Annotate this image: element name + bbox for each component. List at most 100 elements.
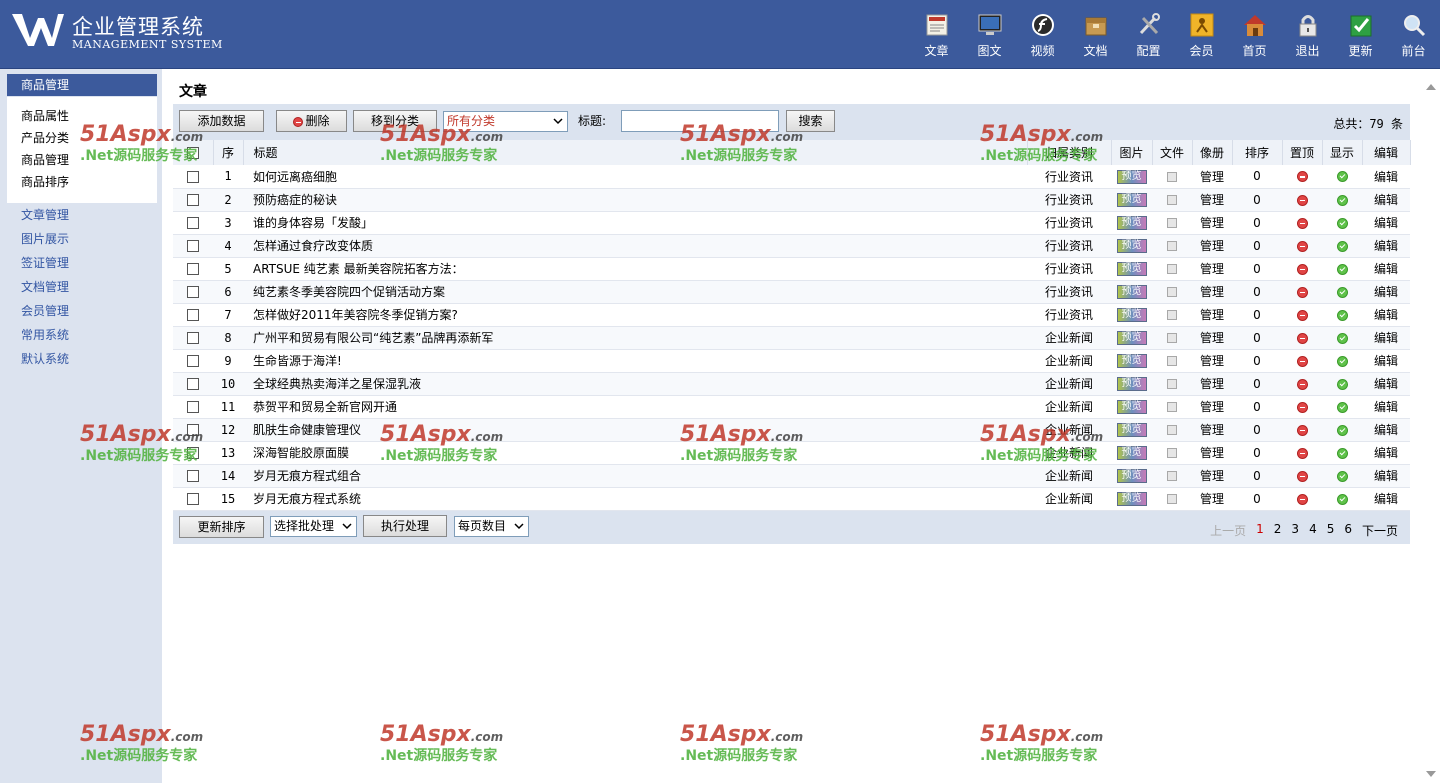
row-file[interactable]: [1152, 188, 1192, 212]
row-edit-link[interactable]: 编辑: [1362, 418, 1410, 442]
row-checkbox[interactable]: [173, 234, 213, 258]
row-title[interactable]: 肌肤生命健康管理仪: [243, 418, 1027, 442]
row-edit-link[interactable]: 编辑: [1362, 280, 1410, 304]
row-edit-link[interactable]: 编辑: [1362, 441, 1410, 465]
row-title[interactable]: 全球经典热卖海洋之星保湿乳液: [243, 372, 1027, 396]
row-file[interactable]: [1152, 280, 1192, 304]
per-page-select[interactable]: 每页数目: [454, 516, 529, 537]
sidebar-link-members[interactable]: 会员管理: [7, 299, 157, 323]
sidebar-subitem-attributes[interactable]: 商品属性: [7, 105, 157, 127]
row-image[interactable]: 预览: [1111, 234, 1152, 258]
row-title[interactable]: 深海智能胶原面膜: [243, 441, 1027, 465]
row-display[interactable]: [1322, 165, 1362, 189]
row-title[interactable]: 怎样做好2011年美容院冬季促销方案?: [243, 303, 1027, 327]
row-file[interactable]: [1152, 234, 1192, 258]
row-pin[interactable]: [1282, 211, 1322, 235]
row-edit-link[interactable]: 编辑: [1362, 464, 1410, 488]
row-pin[interactable]: [1282, 372, 1322, 396]
row-image[interactable]: 预览: [1111, 372, 1152, 396]
row-album[interactable]: 管理: [1192, 441, 1232, 465]
row-title[interactable]: 如何远离癌细胞: [243, 165, 1027, 189]
add-data-button[interactable]: 添加数据: [179, 110, 264, 132]
row-file[interactable]: [1152, 326, 1192, 350]
row-checkbox[interactable]: [173, 257, 213, 281]
row-title[interactable]: 纯艺素冬季美容院四个促销活动方案: [243, 280, 1027, 304]
vertical-scrollbar[interactable]: [1422, 69, 1440, 783]
sidebar-subitem-categories[interactable]: 产品分类: [7, 127, 157, 149]
row-checkbox[interactable]: [173, 441, 213, 465]
col-seq[interactable]: 序: [213, 140, 244, 165]
row-checkbox[interactable]: [173, 165, 213, 189]
sidebar-link-visa[interactable]: 签证管理: [7, 251, 157, 275]
row-file[interactable]: [1152, 303, 1192, 327]
row-pin[interactable]: [1282, 487, 1322, 511]
row-file[interactable]: [1152, 464, 1192, 488]
row-image[interactable]: 预览: [1111, 165, 1152, 189]
row-checkbox[interactable]: [173, 464, 213, 488]
row-title[interactable]: ARTSUE 纯艺素 最新美容院拓客方法：: [243, 257, 1027, 281]
row-pin[interactable]: [1282, 418, 1322, 442]
row-album[interactable]: 管理: [1192, 303, 1232, 327]
row-file[interactable]: [1152, 395, 1192, 419]
batch-select[interactable]: 选择批处理: [270, 516, 357, 537]
row-file[interactable]: [1152, 372, 1192, 396]
row-pin[interactable]: [1282, 303, 1322, 327]
row-album[interactable]: 管理: [1192, 326, 1232, 350]
scroll-down-arrow-icon[interactable]: [1426, 771, 1436, 777]
row-image[interactable]: 预览: [1111, 487, 1152, 511]
next-page-link[interactable]: 下一页: [1362, 522, 1398, 539]
row-pin[interactable]: [1282, 234, 1322, 258]
col-title[interactable]: 标题: [243, 140, 1028, 165]
row-display[interactable]: [1322, 326, 1362, 350]
sidebar-link-common[interactable]: 常用系统: [7, 323, 157, 347]
row-display[interactable]: [1322, 395, 1362, 419]
row-image[interactable]: 预览: [1111, 280, 1152, 304]
row-image[interactable]: 预览: [1111, 303, 1152, 327]
row-file[interactable]: [1152, 418, 1192, 442]
nav-home[interactable]: 首页: [1228, 12, 1281, 62]
row-file[interactable]: [1152, 487, 1192, 511]
sidebar-subitem-products[interactable]: 商品管理: [7, 149, 157, 171]
row-display[interactable]: [1322, 487, 1362, 511]
row-checkbox[interactable]: [173, 372, 213, 396]
row-title[interactable]: 岁月无痕方程式系统: [243, 487, 1027, 511]
row-checkbox[interactable]: [173, 395, 213, 419]
category-select[interactable]: 所有分类: [443, 111, 568, 132]
row-file[interactable]: [1152, 165, 1192, 189]
prev-page-link[interactable]: 上一页: [1210, 522, 1246, 539]
sidebar-link-documents[interactable]: 文档管理: [7, 275, 157, 299]
row-edit-link[interactable]: 编辑: [1362, 211, 1410, 235]
row-checkbox[interactable]: [173, 280, 213, 304]
row-checkbox[interactable]: [173, 188, 213, 212]
row-checkbox[interactable]: [173, 326, 213, 350]
row-file[interactable]: [1152, 211, 1192, 235]
sidebar-link-articles[interactable]: 文章管理: [7, 203, 157, 227]
row-title[interactable]: 恭贺平和贸易全新官网开通: [243, 395, 1027, 419]
title-search-input[interactable]: [621, 110, 779, 132]
row-album[interactable]: 管理: [1192, 372, 1232, 396]
page-link[interactable]: 2: [1274, 522, 1282, 539]
row-pin[interactable]: [1282, 464, 1322, 488]
row-display[interactable]: [1322, 188, 1362, 212]
row-display[interactable]: [1322, 257, 1362, 281]
row-display[interactable]: [1322, 441, 1362, 465]
nav-config[interactable]: 配置: [1122, 12, 1175, 62]
row-edit-link[interactable]: 编辑: [1362, 372, 1410, 396]
row-checkbox[interactable]: [173, 211, 213, 235]
row-edit-link[interactable]: 编辑: [1362, 349, 1410, 373]
row-checkbox[interactable]: [173, 303, 213, 327]
row-display[interactable]: [1322, 418, 1362, 442]
nav-video[interactable]: 视频: [1016, 12, 1069, 62]
row-file[interactable]: [1152, 441, 1192, 465]
col-category[interactable]: 归属类别: [1027, 140, 1112, 165]
row-edit-link[interactable]: 编辑: [1362, 188, 1410, 212]
row-pin[interactable]: [1282, 257, 1322, 281]
row-album[interactable]: 管理: [1192, 418, 1232, 442]
row-display[interactable]: [1322, 234, 1362, 258]
row-image[interactable]: 预览: [1111, 188, 1152, 212]
row-display[interactable]: [1322, 211, 1362, 235]
row-display[interactable]: [1322, 372, 1362, 396]
row-title[interactable]: 岁月无痕方程式组合: [243, 464, 1027, 488]
row-edit-link[interactable]: 编辑: [1362, 487, 1410, 511]
row-album[interactable]: 管理: [1192, 487, 1232, 511]
